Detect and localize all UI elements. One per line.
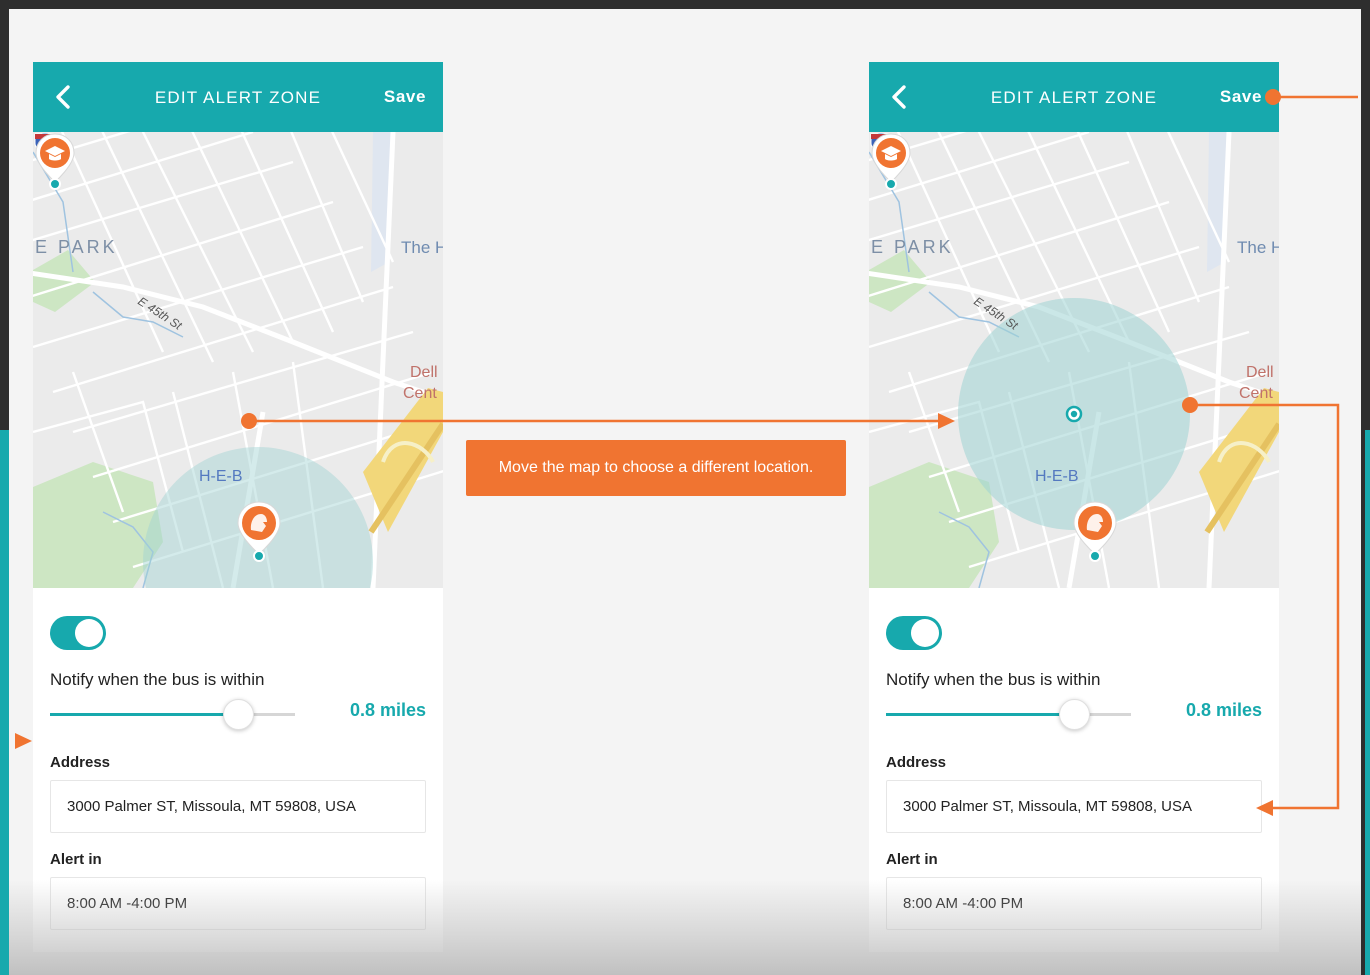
notify-label: Notify when the bus is within	[886, 670, 1101, 689]
header-bar: EDIT ALERT ZONE Save	[869, 62, 1279, 132]
map-label-dell: Dell	[410, 364, 438, 381]
alert-time-field[interactable]: 8:00 AM -4:00 PM	[50, 877, 426, 930]
page-title: EDIT ALERT ZONE	[990, 88, 1158, 107]
slider-thumb[interactable]	[223, 699, 255, 730]
school-pin-icon	[871, 133, 911, 190]
distance-value: 0.8 miles	[1185, 700, 1262, 720]
map-label-hotel: The H	[401, 238, 443, 257]
save-button[interactable]: Save	[1220, 87, 1262, 107]
presentation-canvas: EDIT ALERT ZONE Save E PARK The H Dell C…	[9, 9, 1361, 975]
school-pin-icon	[35, 133, 75, 190]
slider-thumb[interactable]	[1059, 699, 1091, 730]
bus-pin-icon	[1073, 501, 1117, 562]
phone-screen-after: EDIT ALERT ZONE Save E PARK The H Dell C…	[869, 62, 1279, 952]
alert-in-label: Alert in	[50, 851, 102, 868]
map-view[interactable]: E PARK The H Dell Cent E 45th St H-E-B 3…	[869, 132, 1279, 588]
notify-label: Notify when the bus is within	[50, 670, 265, 689]
alert-toggle[interactable]	[50, 616, 106, 650]
alert-toggle[interactable]	[886, 616, 942, 650]
address-field[interactable]: 3000 Palmer ST, Missoula, MT 59808, USA	[886, 780, 1262, 833]
save-button[interactable]: Save	[384, 87, 426, 107]
map-label-store: H-E-B	[1035, 468, 1079, 485]
alert-in-label: Alert in	[886, 851, 938, 868]
alert-zone-form: Notify when the bus is within 0.8 miles …	[33, 616, 443, 930]
decorative-teal-strip	[1365, 430, 1370, 975]
map-label-hotel: The H	[1237, 238, 1279, 257]
header-bar: EDIT ALERT ZONE Save	[33, 62, 443, 132]
map-label-park: E PARK	[871, 237, 954, 257]
distance-value: 0.8 miles	[349, 700, 426, 720]
map-label-store: H-E-B	[199, 468, 243, 485]
map-label-park: E PARK	[35, 237, 118, 257]
instruction-callout: Move the map to choose a different locat…	[466, 440, 846, 496]
address-field[interactable]: 3000 Palmer ST, Missoula, MT 59808, USA	[50, 780, 426, 833]
phone-screen-before: EDIT ALERT ZONE Save E PARK The H Dell C…	[33, 62, 443, 952]
alert-zone-form: Notify when the bus is within 0.8 miles …	[869, 616, 1279, 930]
distance-slider-row: 0.8 miles	[50, 698, 426, 732]
slider-fill	[886, 713, 1075, 716]
toggle-knob	[911, 619, 939, 647]
map-label-center: Cent	[1239, 385, 1273, 402]
bus-pin-icon	[237, 501, 281, 562]
map-view[interactable]: E PARK The H Dell Cent E 45th St H-E-B 3…	[33, 132, 443, 588]
address-label: Address	[886, 754, 947, 771]
distance-slider-row: 0.8 miles	[886, 698, 1262, 732]
page-title: EDIT ALERT ZONE	[154, 88, 322, 107]
address-label: Address	[50, 754, 111, 771]
alert-time-field[interactable]: 8:00 AM -4:00 PM	[886, 877, 1262, 930]
map-label-center: Cent	[403, 385, 437, 402]
slider-fill	[50, 713, 239, 716]
toggle-knob	[75, 619, 103, 647]
distance-slider[interactable]	[886, 699, 1131, 730]
decorative-teal-strip	[0, 430, 9, 975]
map-label-dell: Dell	[1246, 364, 1274, 381]
distance-slider[interactable]	[50, 699, 295, 730]
